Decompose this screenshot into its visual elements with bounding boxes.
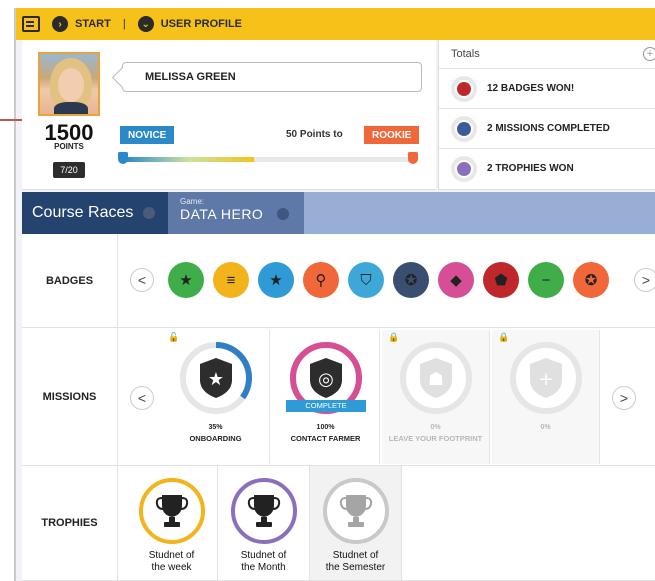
trophies-row: TROPHIES Studnet of the week Studnet of the… [22, 466, 655, 581]
app-frame: › START | ⌄ USER PROFILE 1500 POINTS 7/2… [14, 8, 655, 581]
total-badges-label: 12 BADGES WON! [487, 83, 575, 94]
mission-card[interactable]: 🔒 ☗ 0% LEAVE YOUR FOOTPRINT [382, 330, 490, 464]
novice-marker-icon [118, 152, 128, 164]
total-trophies: 2 TROPHIES WON [439, 148, 655, 188]
badge-shield-icon [451, 75, 477, 102]
total-missions-label: 2 MISSIONS COMPLETED [487, 123, 610, 134]
trophy-label: Studnet of the week [148, 550, 195, 573]
chevron-down-icon[interactable]: ⌄ [137, 16, 154, 32]
badges-label: BADGES [22, 234, 118, 327]
mission-robot-icon [451, 115, 477, 142]
trophy-label: Studnet of the Month [240, 550, 287, 573]
trophy-icon [139, 478, 205, 544]
missions-next-button[interactable]: > [612, 386, 636, 410]
missions-label: MISSIONS [22, 328, 118, 465]
complete-ribbon: COMPLETE [286, 400, 366, 412]
game-name: DATA HERO [180, 206, 264, 222]
start-link[interactable]: START [75, 18, 111, 30]
info-icon[interactable] [143, 207, 156, 219]
badges-row: BADGES < ★ ≡ ★ ⚲ ⛉ ✪ ◆ ⬟ − ✪ > [22, 234, 655, 328]
next-rank-badge: ROOKIE [364, 126, 420, 144]
total-missions: 2 MISSIONS COMPLETED [439, 108, 655, 148]
expand-icon[interactable]: + [643, 47, 655, 61]
trophy-card[interactable]: Studnet of the Month [218, 466, 310, 580]
trophies-label: TROPHIES [22, 466, 118, 580]
totals-panel: Totals + 12 BADGES WON! 2 MISSIONS COMPL… [438, 40, 655, 190]
course-header: Course Races Game: DATA HERO [22, 192, 655, 234]
profile-panel: 1500 POINTS 7/20 MELISSA GREEN NOVICE 50… [22, 40, 436, 190]
mission-progress-ring: ☗ [400, 342, 472, 414]
star-shield-icon: ★ [208, 369, 224, 390]
rookie-marker-icon [408, 152, 418, 164]
mission-name: ONBOARDING [189, 434, 242, 443]
rank-progress-fill [124, 157, 254, 162]
mission-percent: 35% [208, 424, 223, 431]
mission-percent: 0% [430, 424, 441, 431]
total-badges: 12 BADGES WON! [439, 68, 655, 108]
mission-progress-ring: + [510, 342, 582, 414]
plus-shield-icon: + [538, 369, 553, 390]
stripes-badge-icon[interactable]: ≡ [213, 262, 249, 298]
mission-progress-ring: ★ [180, 342, 252, 414]
start-icon[interactable]: › [52, 16, 68, 32]
mission-card[interactable]: 🔒 +0% [492, 330, 600, 464]
current-rank-badge: NOVICE [120, 126, 175, 144]
shield-badge-icon[interactable]: ⬟ [483, 262, 519, 298]
tag-badge-icon[interactable]: ◆ [438, 262, 474, 298]
magnifier-badge-icon[interactable]: ⚲ [303, 262, 339, 298]
star-badge-icon[interactable]: ★ [168, 262, 204, 298]
footprint-icon: ☗ [428, 369, 444, 390]
trophy-icon [451, 155, 477, 182]
trophy-card[interactable]: Studnet of the Semester [310, 466, 402, 580]
mission-card[interactable]: ◎ COMPLETE 100% CONTACT FARMER [272, 330, 380, 464]
award-badge-icon[interactable]: ✪ [393, 262, 429, 298]
user-name: MELISSA GREEN [122, 62, 422, 92]
mission-name: CONTACT FARMER [290, 434, 361, 443]
star-badge-icon[interactable]: ✪ [573, 262, 609, 298]
user-profile-link[interactable]: USER PROFILE [161, 18, 242, 30]
menu-icon[interactable] [22, 16, 40, 32]
badges-next-button[interactable]: > [634, 268, 655, 292]
rank-progress-bar [124, 157, 412, 162]
level-indicator: 7/20 [53, 162, 85, 178]
breadcrumb-separator: | [122, 18, 126, 30]
badges-prev-button[interactable]: < [130, 268, 154, 292]
minus-badge-icon[interactable]: − [528, 262, 564, 298]
trophy-card[interactable]: Studnet of the week [126, 466, 218, 580]
mission-name: LEAVE YOUR FOOTPRINT [388, 434, 483, 443]
tab-course-races[interactable]: Course Races [22, 192, 168, 234]
totals-title: Totals [451, 48, 480, 60]
mission-percent: 100% [316, 424, 335, 431]
mission-percent: 0% [540, 424, 551, 431]
game-caption: Game: [180, 197, 205, 206]
avatar[interactable] [38, 52, 100, 116]
mission-card[interactable]: 🔓 ★ 35% ONBOARDING [162, 330, 270, 464]
lock-badge-icon[interactable]: ⛉ [348, 262, 384, 298]
tab-course-races-label: Course Races [32, 204, 134, 221]
trophy-icon [323, 478, 389, 544]
missions-row: MISSIONS < 🔓 ★ 35% ONBOARDING ◎ COMPLETE 100% C… [22, 328, 655, 466]
divider-line [0, 119, 22, 121]
total-trophies-label: 2 TROPHIES WON [487, 163, 574, 174]
tab-game[interactable]: Game: DATA HERO [168, 192, 304, 234]
trophy-icon [231, 478, 297, 544]
game-info-icon[interactable] [277, 208, 290, 220]
missions-prev-button[interactable]: < [130, 386, 154, 410]
top-bar: › START | ⌄ USER PROFILE [16, 8, 655, 40]
star-badge-icon[interactable]: ★ [258, 262, 294, 298]
fingerprint-shield-icon: ◎ [318, 369, 334, 390]
points-label: POINTS [54, 142, 84, 151]
points-to-next-text: 50 Points to [286, 129, 343, 140]
trophy-label: Studnet of the Semester [325, 550, 386, 573]
